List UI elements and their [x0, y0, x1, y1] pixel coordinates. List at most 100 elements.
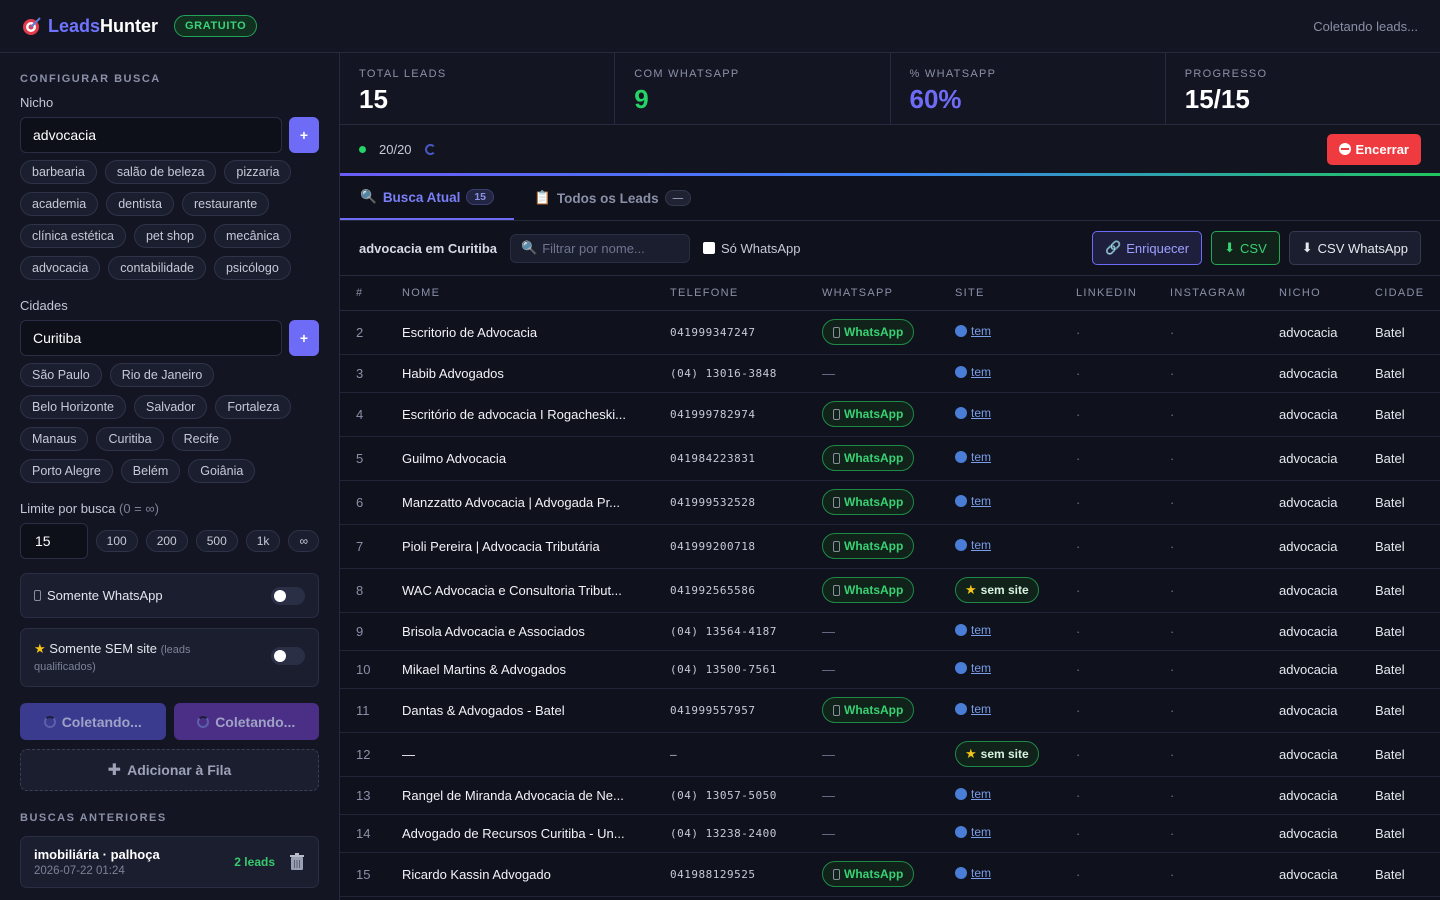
city-chip[interactable]: Porto Alegre — [20, 459, 113, 483]
stat-value: 9 — [634, 84, 649, 114]
previous-search-item[interactable]: imobiliária · palhoça 2026-07-22 01:24 2… — [20, 836, 319, 888]
table-row[interactable]: 13 Rangel de Miranda Advocacia de Ne... (0… — [340, 776, 1440, 815]
niche-chip[interactable]: salão de beleza — [104, 160, 217, 184]
table-row[interactable]: 9 Brisola Advocacia e Associados (04) 1356… — [340, 612, 1440, 651]
niche-chip[interactable]: mecânica — [213, 224, 292, 248]
niche-chip[interactable]: advocacia — [20, 256, 101, 280]
city-chip[interactable]: Manaus — [20, 427, 89, 451]
niche-chip[interactable]: dentista — [106, 192, 174, 216]
site-link[interactable]: tem — [955, 787, 991, 801]
site-link[interactable]: tem — [955, 825, 991, 839]
instagram-cell: · — [1154, 688, 1263, 733]
niche-chip[interactable]: psicólogo — [213, 256, 291, 280]
table-row[interactable]: 7 Pioli Pereira | Advocacia Tributária 041… — [340, 524, 1440, 569]
city-input[interactable]: Curitiba — [20, 320, 282, 356]
globe-icon — [955, 495, 967, 507]
name-filter-input[interactable]: 🔍 Filtrar por nome... — [510, 233, 690, 263]
city-chip[interactable]: Salvador — [134, 395, 208, 419]
limit-chip[interactable]: 200 — [145, 530, 188, 552]
add-niche-button[interactable]: + — [289, 117, 319, 153]
niche-chip[interactable]: pet shop — [133, 224, 206, 248]
city-chip[interactable]: Rio de Janeiro — [109, 363, 215, 387]
previous-searches-title: BUSCAS ANTERIORES — [20, 812, 167, 824]
table-row[interactable]: 5 Guilmo Advocacia 041984223831 WhatsApp tem… — [340, 436, 1440, 481]
only-whatsapp-switch[interactable] — [271, 587, 305, 605]
site-link[interactable]: tem — [955, 406, 991, 420]
niche-chip[interactable]: clínica estética — [20, 224, 126, 248]
no-site-toggle-card[interactable]: ★ Somente SEM site (leads qualificados) — [20, 628, 319, 687]
limit-chip[interactable]: 1k — [245, 530, 281, 552]
limit-chip[interactable]: 500 — [195, 530, 238, 552]
city-chip[interactable]: Belo Horizonte — [20, 395, 126, 419]
trash-icon[interactable] — [289, 853, 305, 871]
city-chip[interactable]: Recife — [171, 427, 231, 451]
site-label: tem — [971, 787, 992, 801]
add-to-queue-button[interactable]: ✚ Adicionar à Fila — [20, 749, 319, 791]
only-whatsapp-toggle-card[interactable]: Somente WhatsApp — [20, 573, 319, 618]
city-chip[interactable]: Fortaleza — [215, 395, 292, 419]
collect-button-primary[interactable]: Coletando... — [20, 703, 166, 740]
table-row[interactable]: 4 Escritório de advocacia I Rogacheski...… — [340, 392, 1440, 437]
table-row[interactable]: 10 Mikael Martins & Advogados (04) 13500-7… — [340, 650, 1440, 689]
niche-chip[interactable]: pizzaria — [224, 160, 292, 184]
whatsapp-link-button[interactable]: WhatsApp — [822, 319, 915, 345]
table-row[interactable]: 8 WAC Advocacia e Consultoria Tribut... 04… — [340, 568, 1440, 613]
csv-whatsapp-button[interactable]: ⬇ CSV WhatsApp — [1288, 231, 1421, 265]
stat-value: 15/15 — [1184, 84, 1250, 114]
site-link[interactable]: tem — [955, 324, 991, 338]
site-link[interactable]: tem — [955, 623, 991, 637]
niche-chip[interactable]: academia — [20, 192, 99, 216]
whatsapp-link-button[interactable]: WhatsApp — [822, 577, 915, 603]
row-number: 8 — [340, 568, 386, 613]
table-row[interactable]: 12— — — ★ sem site · · advocacia Batel — [340, 732, 1440, 777]
tab-current-search[interactable]: 🔍 Busca Atual 15 — [340, 176, 515, 220]
table-row[interactable]: 3 Habib Advogados (04) 13016-3848— tem · · adv… — [340, 354, 1440, 393]
app-logo[interactable]: Leads Hunter — [22, 16, 158, 37]
site-link[interactable]: tem — [955, 661, 991, 675]
city-chip[interactable]: Belém — [120, 459, 181, 483]
stop-button[interactable]: Encerrar — [1326, 133, 1421, 165]
site-link[interactable]: tem — [955, 702, 991, 716]
site-link[interactable]: tem — [955, 494, 991, 508]
instagram-cell: · — [1154, 852, 1263, 897]
site-link[interactable]: tem — [955, 866, 991, 880]
stop-button-label: Encerrar — [1355, 141, 1409, 157]
whatsapp-link-button[interactable]: WhatsApp — [822, 445, 915, 471]
table-row[interactable]: 2 Escritorio de Advocacia 041999347247 What… — [340, 310, 1440, 355]
add-city-button[interactable]: + — [289, 320, 319, 356]
tab-all-leads[interactable]: 📋 Todos os Leads — — [514, 176, 711, 220]
niche-chip[interactable]: contabilidade — [108, 256, 206, 280]
whatsapp-link-button[interactable]: WhatsApp — [822, 861, 915, 887]
site-link[interactable]: tem — [955, 365, 991, 379]
table-row[interactable]: 15 Ricardo Kassin Advogado 041988129525 Wha… — [340, 852, 1440, 897]
site-link[interactable]: tem — [955, 450, 991, 464]
instagram-cell: · — [1154, 612, 1263, 651]
city-chip[interactable]: Goiânia — [188, 459, 256, 483]
whatsapp-link-button[interactable]: WhatsApp — [822, 401, 915, 427]
city-cell: Batel — [1359, 568, 1440, 613]
city-chip[interactable]: São Paulo — [20, 363, 102, 387]
whatsapp-link-button[interactable]: WhatsApp — [822, 489, 915, 515]
niche-chip[interactable]: barbearia — [20, 160, 97, 184]
city-suggestions: São Paulo Rio de Janeiro Belo Horizonte Sal… — [20, 363, 319, 483]
niche-input[interactable]: advocacia — [20, 117, 282, 153]
limit-input[interactable]: 15 — [20, 523, 88, 559]
city-chip[interactable]: Curitiba — [96, 427, 164, 451]
site-link[interactable]: tem — [955, 538, 991, 552]
no-site-switch[interactable] — [271, 647, 305, 665]
table-row[interactable]: 11 Dantas & Advogados - Batel 041999557957… — [340, 688, 1440, 733]
whatsapp-link-button[interactable]: WhatsApp — [822, 533, 915, 559]
limit-chip[interactable]: ∞ — [288, 530, 319, 552]
only-whatsapp-checkbox[interactable] — [703, 242, 715, 254]
enrich-button[interactable]: 🔗 Enriquecer — [1092, 231, 1203, 265]
city-cell: Batel — [1359, 688, 1440, 733]
lead-name: Mikael Martins & Advogados — [386, 650, 654, 689]
limit-chip[interactable]: 100 — [95, 530, 138, 552]
table-row[interactable]: 6 Manzzatto Advocacia | Advogada Pr... 041… — [340, 480, 1440, 525]
table-row[interactable]: 14 Advogado de Recursos Curitiba - Un...(… — [340, 814, 1440, 853]
niche-chip[interactable]: restaurante — [181, 192, 270, 216]
whatsapp-link-button[interactable]: WhatsApp — [822, 697, 915, 723]
csv-button[interactable]: ⬇ CSV — [1211, 231, 1280, 265]
collect-button-secondary[interactable]: Coletando... — [173, 703, 319, 740]
instagram-cell: · — [1154, 776, 1263, 815]
